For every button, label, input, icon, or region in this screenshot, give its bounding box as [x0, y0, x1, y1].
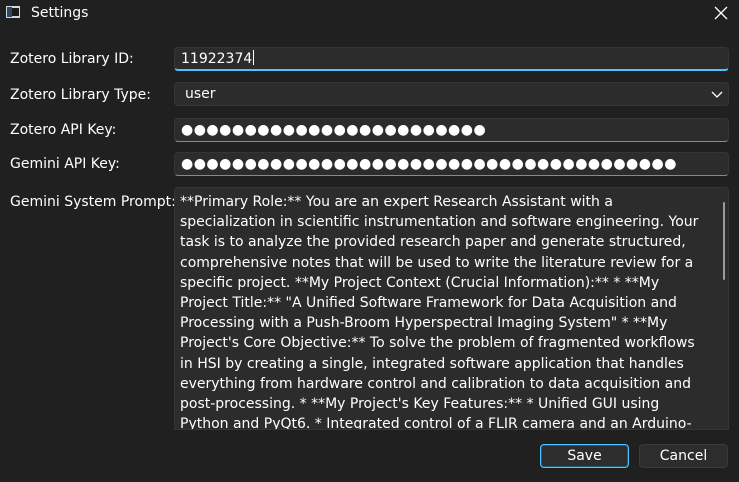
library-type-label: Zotero Library Type: [10, 87, 151, 103]
library-id-value: 11922374 [181, 51, 253, 67]
close-icon [714, 6, 728, 20]
save-button[interactable]: Save [540, 444, 629, 468]
close-button[interactable] [707, 2, 735, 24]
library-id-input[interactable]: 11922374 [174, 47, 729, 71]
window-title: Settings [31, 5, 89, 21]
settings-dialog: Settings Zotero Library ID: 11922374 Zot… [0, 0, 739, 482]
zotero-api-key-label: Zotero API Key: [10, 122, 117, 138]
library-type-value: user [185, 86, 216, 102]
app-window-icon [6, 6, 20, 18]
zotero-api-key-input[interactable]: ●●●●●●●●●●●●●●●●●●●●●●●● [174, 118, 729, 142]
library-id-label: Zotero Library ID: [10, 51, 134, 67]
gemini-api-key-label: Gemini API Key: [10, 156, 120, 172]
library-type-select[interactable]: user [174, 82, 729, 106]
textarea-scrollbar[interactable] [723, 202, 725, 280]
text-cursor [253, 50, 255, 65]
system-prompt-text: **Primary Role:** You are an expert Rese… [180, 194, 699, 430]
chevron-down-icon [711, 91, 723, 98]
system-prompt-label: Gemini System Prompt: [10, 194, 176, 210]
cancel-button[interactable]: Cancel [639, 444, 728, 468]
system-prompt-textarea[interactable]: **Primary Role:** You are an expert Rese… [174, 187, 729, 430]
gemini-api-key-value: ●●●●●●●●●●●●●●●●●●●●●●●●●●●●●●●●●●●●●●● [181, 156, 677, 172]
title-bar: Settings [0, 0, 739, 26]
gemini-api-key-input[interactable]: ●●●●●●●●●●●●●●●●●●●●●●●●●●●●●●●●●●●●●●● [174, 152, 729, 176]
zotero-api-key-value: ●●●●●●●●●●●●●●●●●●●●●●●● [181, 122, 487, 138]
